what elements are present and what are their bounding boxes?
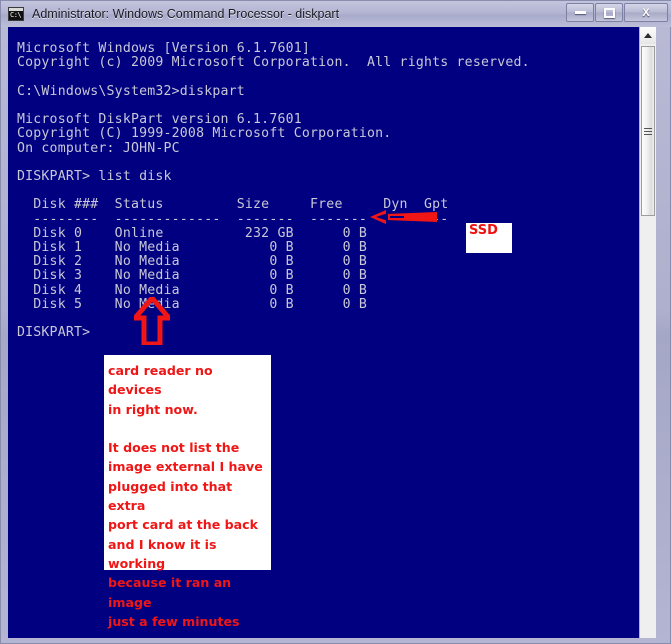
cmd-console-icon: C:\ bbox=[8, 7, 24, 21]
window-controls: X bbox=[566, 3, 668, 22]
close-button[interactable]: X bbox=[624, 3, 668, 22]
title-bar[interactable]: C:\ Administrator: Windows Command Proce… bbox=[1, 1, 671, 27]
note-callout-box: card reader no devices in right now. It … bbox=[104, 355, 271, 638]
chevron-up-icon bbox=[644, 33, 652, 38]
ssd-label: SSD bbox=[469, 223, 498, 238]
window-title: Administrator: Windows Command Processor… bbox=[32, 7, 340, 21]
maximize-icon bbox=[603, 7, 615, 18]
scrollbar-thumb[interactable] bbox=[641, 46, 655, 216]
console-output-area[interactable]: Microsoft Windows [Version 6.1.7601] Cop… bbox=[8, 27, 656, 638]
minimize-button[interactable] bbox=[566, 3, 594, 22]
note-text: card reader no devices in right now. It … bbox=[108, 363, 263, 638]
command-prompt-window: C:\ Administrator: Windows Command Proce… bbox=[0, 0, 671, 644]
vertical-scrollbar[interactable] bbox=[639, 27, 656, 638]
ssd-callout-box: SSD bbox=[466, 223, 512, 253]
scroll-up-button[interactable] bbox=[640, 27, 656, 44]
maximize-button[interactable] bbox=[595, 3, 623, 22]
minimize-icon bbox=[574, 11, 586, 14]
red-left-arrow-annotation bbox=[370, 210, 437, 224]
close-icon: X bbox=[642, 6, 650, 19]
icon-prompt-glyph: C:\ bbox=[10, 11, 22, 19]
red-up-arrow-annotation bbox=[134, 297, 170, 345]
console-text: Microsoft Windows [Version 6.1.7601] Cop… bbox=[17, 41, 530, 341]
grip-icon bbox=[644, 127, 652, 135]
